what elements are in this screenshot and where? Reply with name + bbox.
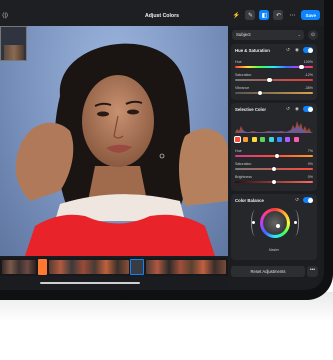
- app-screen: ⟨|⟩ Adjust Colors ⚡ ✎ ◧ ↶ ⋯ Save Subject…: [0, 0, 324, 290]
- subject-dropdown-label: Subject: [236, 32, 251, 37]
- layers-icon[interactable]: ◧: [259, 10, 270, 20]
- chevron-down-icon: ⌄: [297, 32, 301, 37]
- selective-brightness-slider[interactable]: Brightness 0%: [235, 175, 313, 185]
- slider-value: -12%: [304, 73, 313, 77]
- color-swatch[interactable]: [293, 137, 299, 142]
- eye-icon[interactable]: ◉: [294, 47, 300, 53]
- section-toggle[interactable]: [303, 47, 313, 53]
- film-frame-selected[interactable]: [130, 259, 144, 275]
- color-wheel-control[interactable]: [243, 208, 305, 242]
- top-bar: ⟨|⟩ Adjust Colors ⚡ ✎ ◧ ↶ ⋯ Save: [0, 0, 324, 26]
- toolbar-actions: ⚡ ✎ ◧ ↶ ⋯ Save: [231, 10, 320, 20]
- slider-knob[interactable]: [274, 153, 280, 158]
- more-icon[interactable]: ⋯: [287, 10, 297, 20]
- section-title: Selective Color: [235, 107, 267, 112]
- color-swatch[interactable]: [276, 137, 282, 142]
- vibrance-slider[interactable]: Vibrance -36%: [235, 86, 313, 96]
- color-swatch[interactable]: [285, 137, 291, 142]
- save-button[interactable]: Save: [301, 10, 320, 20]
- layers-filmstrip[interactable]: [0, 258, 228, 276]
- section-controls: ↺: [294, 197, 313, 203]
- slider-knob[interactable]: [299, 64, 304, 69]
- selective-saturation-slider[interactable]: Saturation 0%: [235, 162, 313, 172]
- color-wheel-knob[interactable]: [276, 224, 280, 228]
- brush-icon[interactable]: ✎: [245, 10, 256, 20]
- film-marker-orange[interactable]: [38, 259, 47, 275]
- section-controls: ↺ ◉: [285, 47, 313, 53]
- magic-wand-icon[interactable]: ⚡: [231, 10, 241, 20]
- reset-icon[interactable]: ↺: [294, 197, 300, 203]
- color-histogram: [235, 121, 313, 133]
- settings-icon[interactable]: ⊙: [308, 30, 318, 40]
- wheel-label: Master: [268, 248, 280, 252]
- film-frame[interactable]: [49, 260, 129, 274]
- slider-value: 0%: [307, 175, 313, 179]
- film-frame[interactable]: [146, 260, 226, 274]
- slider-knob[interactable]: [257, 90, 263, 95]
- slider-track: [235, 92, 313, 94]
- slider-label: Hue: [235, 149, 242, 153]
- saturation-slider[interactable]: Saturation -12%: [235, 73, 313, 83]
- reset-adjustments-button[interactable]: Reset Adjustments: [231, 266, 305, 277]
- film-frame[interactable]: [2, 260, 36, 274]
- section-controls: ↺ ◉: [285, 106, 313, 112]
- home-indicator: [40, 282, 140, 284]
- subject-dropdown[interactable]: Subject ⌄: [232, 30, 304, 40]
- slider-knob[interactable]: [267, 77, 272, 82]
- slider-value: 100%: [303, 60, 313, 64]
- slider-label: Saturation: [235, 73, 252, 77]
- color-swatch[interactable]: [268, 137, 274, 142]
- slider-knob[interactable]: [271, 166, 277, 171]
- slider-value: 0%: [307, 162, 313, 166]
- hue-saturation-section: Hue & Saturation ↺ ◉ Hue 100% Saturation…: [231, 44, 317, 100]
- hue-slider[interactable]: Hue 100%: [235, 60, 313, 70]
- slider-value: -36%: [304, 86, 313, 90]
- color-wheel-inner: [263, 211, 287, 235]
- selective-color-section: Selective Color ↺ ◉ Hue 7% Saturation 0%…: [231, 103, 317, 191]
- adjustments-panel: Subject ⌄ ⊙ Hue & Saturation ↺ ◉ Hue 100…: [228, 26, 320, 288]
- ipad-device: ⟨|⟩ Adjust Colors ⚡ ✎ ◧ ↶ ⋯ Save Subject…: [0, 0, 333, 300]
- section-title: Color Balance: [235, 198, 264, 203]
- reset-icon[interactable]: ↺: [285, 106, 291, 112]
- thumbnail-preview: [4, 45, 24, 60]
- slider-track: [235, 79, 313, 81]
- undo-icon[interactable]: ↶: [273, 10, 284, 20]
- slider-value: 7%: [307, 149, 313, 153]
- slider-label: Brightness: [235, 175, 252, 179]
- color-wheel[interactable]: [260, 208, 290, 238]
- photo-canvas[interactable]: [0, 26, 228, 256]
- color-swatches: [234, 136, 313, 143]
- color-swatch[interactable]: [260, 137, 266, 142]
- section-toggle[interactable]: [303, 197, 313, 203]
- color-swatch[interactable]: [234, 136, 241, 143]
- color-balance-section: Color Balance ↺ Master: [231, 194, 317, 260]
- section-toggle[interactable]: [303, 106, 313, 112]
- navigator-thumbnail[interactable]: [0, 26, 27, 61]
- reset-icon[interactable]: ↺: [285, 47, 291, 53]
- more-options-button[interactable]: •••: [307, 266, 318, 277]
- slider-label: Hue: [235, 60, 242, 64]
- section-title: Hue & Saturation: [235, 48, 270, 53]
- selective-hue-slider[interactable]: Hue 7%: [235, 149, 313, 159]
- slider-label: Vibrance: [235, 86, 250, 90]
- color-swatch[interactable]: [243, 137, 249, 142]
- slider-label: Saturation: [235, 162, 252, 166]
- color-swatch[interactable]: [251, 137, 257, 142]
- eye-icon[interactable]: ◉: [294, 106, 300, 112]
- slider-knob[interactable]: [271, 179, 277, 184]
- portrait-photo: [15, 43, 228, 256]
